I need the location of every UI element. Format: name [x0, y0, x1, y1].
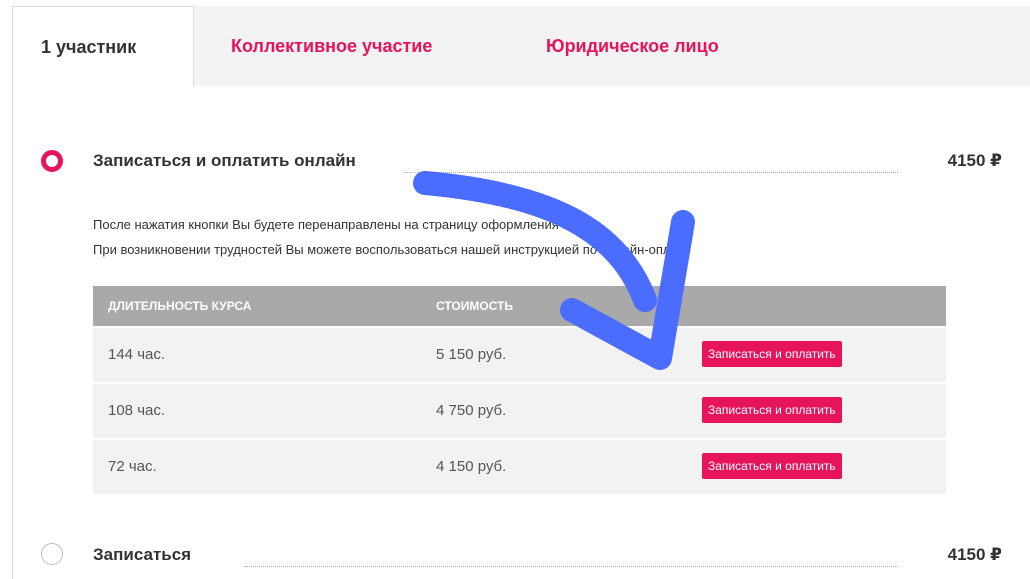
description-line-1: После нажатия кнопки Вы будете перенапра… [93, 217, 606, 232]
option-signup[interactable]: Записаться 4150 ₽ [13, 540, 1030, 570]
enroll-pay-button[interactable]: Записаться и оплатить [702, 453, 842, 479]
row-duration: 144 час. [108, 346, 166, 363]
radio-signup[interactable] [41, 543, 63, 565]
tab-bar: 1 участник Коллективное участие Юридичес… [12, 6, 1030, 88]
option-online[interactable]: Записаться и оплатить онлайн 4150 ₽ [13, 146, 1030, 176]
table-row: 144 час. 5 150 руб. Записаться и оплатит… [93, 326, 946, 382]
row-price: 5 150 руб. [436, 346, 507, 363]
tab-collective[interactable]: Коллективное участие [231, 36, 432, 57]
row-duration: 108 час. [108, 402, 166, 419]
table-row: 72 час. 4 150 руб. Записаться и оплатить [93, 438, 946, 494]
option-signup-title: Записаться [93, 545, 192, 564]
enroll-pay-button[interactable]: Записаться и оплатить [702, 341, 842, 367]
table-header: ДЛИТЕЛЬНОСТЬ КУРСА СТОИМОСТЬ [93, 286, 946, 326]
option-online-title: Записаться и оплатить онлайн [93, 151, 356, 170]
tab-legal-entity[interactable]: Юридическое лицо [546, 36, 719, 57]
header-price: СТОИМОСТЬ [436, 299, 514, 313]
option-signup-price: 4150 ₽ [947, 545, 1002, 564]
enroll-pay-button[interactable]: Записаться и оплатить [702, 397, 842, 423]
dotted-leader [245, 566, 898, 567]
row-price: 4 750 руб. [436, 402, 507, 419]
row-duration: 72 час. [108, 458, 157, 475]
radio-online[interactable] [41, 150, 63, 172]
course-table: ДЛИТЕЛЬНОСТЬ КУРСА СТОИМОСТЬ 144 час. 5 … [93, 286, 946, 494]
dotted-leader [403, 172, 898, 173]
tab-single-participant[interactable]: 1 участник [12, 6, 194, 88]
tab-label: 1 участник [41, 37, 137, 57]
option-online-price: 4150 ₽ [947, 151, 1002, 170]
description-line-2: При возникновении трудностей Вы можете в… [93, 242, 691, 257]
tab-panel: Записаться и оплатить онлайн 4150 ₽ Посл… [12, 86, 1030, 579]
table-row: 108 час. 4 750 руб. Записаться и оплатит… [93, 382, 946, 438]
header-duration: ДЛИТЕЛЬНОСТЬ КУРСА [108, 299, 252, 313]
row-price: 4 150 руб. [436, 458, 507, 475]
